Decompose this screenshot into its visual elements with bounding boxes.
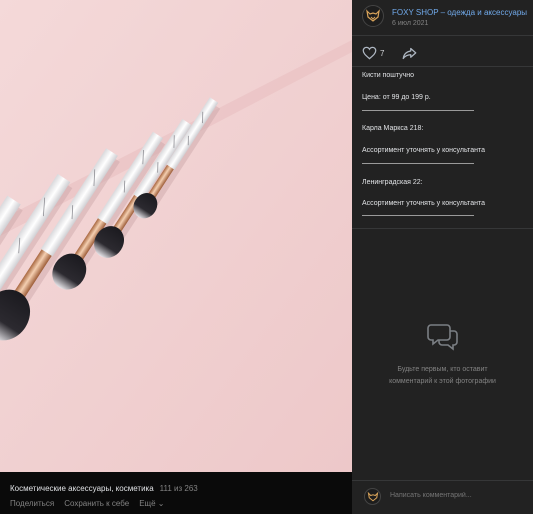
text-rule bbox=[362, 163, 474, 164]
avatar bbox=[364, 488, 381, 505]
description-line: Ассортимент уточнять у консультанта bbox=[362, 147, 485, 154]
author-name[interactable]: FOXY SHOP – одежда и аксессуары bbox=[392, 8, 527, 17]
info-panel: FOXY SHOP – одежда и аксессуары 6 июл 20… bbox=[352, 0, 533, 514]
fox-logo-icon bbox=[366, 9, 380, 22]
share-link[interactable]: Поделиться bbox=[10, 499, 54, 508]
like-button[interactable]: 7 bbox=[362, 46, 384, 60]
comment-input[interactable] bbox=[390, 492, 520, 499]
text-rule bbox=[362, 215, 474, 216]
empty-comments-text: комментарий к этой фотографии bbox=[389, 378, 496, 385]
comment-composer bbox=[352, 482, 533, 514]
description-line: Карла Маркса 218: bbox=[362, 125, 424, 132]
comment-bubbles-icon bbox=[426, 324, 458, 351]
fox-logo-icon bbox=[367, 491, 378, 501]
album-name[interactable]: Косметические аксессуары, косметика bbox=[10, 484, 154, 493]
description-line: Кисти поштучно bbox=[362, 72, 415, 79]
text-rule bbox=[362, 110, 474, 111]
author-block: FOXY SHOP – одежда и аксессуары 6 июл 20… bbox=[362, 5, 530, 31]
divider bbox=[352, 66, 533, 67]
divider bbox=[352, 35, 533, 36]
empty-comments-placeholder: Будьте первым, кто оставит комментарий к… bbox=[352, 322, 533, 388]
photo-footer: Косметические аксессуары, косметика 111 и… bbox=[0, 472, 352, 514]
like-count: 7 bbox=[380, 48, 385, 58]
avatar[interactable] bbox=[362, 5, 384, 27]
description-line: Ленинградская 22: bbox=[362, 179, 423, 186]
photo-counter: 111 из 263 bbox=[159, 484, 198, 493]
product-photo[interactable] bbox=[0, 0, 352, 472]
photo-actions: Поделиться Сохранить к себе Ещё ⌄ bbox=[10, 499, 342, 508]
album-info: Косметические аксессуары, косметика 111 и… bbox=[10, 484, 342, 493]
divider bbox=[352, 480, 533, 481]
brushes-image bbox=[0, 0, 352, 472]
description-line: Ассортимент уточнять у консультанта bbox=[362, 200, 485, 207]
share-arrow-icon bbox=[403, 47, 417, 59]
save-link[interactable]: Сохранить к себе bbox=[64, 499, 129, 508]
heart-icon bbox=[362, 46, 377, 60]
empty-comments-text: Будьте первым, кто оставит bbox=[397, 366, 488, 373]
description-line: Цена: от 99 до 199 р. bbox=[362, 94, 431, 101]
photo-viewer: Косметические аксессуары, косметика 111 и… bbox=[0, 0, 352, 514]
more-link[interactable]: Ещё ⌄ bbox=[139, 499, 164, 508]
post-date[interactable]: 6 июл 2021 bbox=[392, 20, 428, 27]
share-button[interactable] bbox=[402, 47, 417, 60]
divider bbox=[352, 228, 533, 229]
post-actions: 7 bbox=[362, 44, 417, 62]
